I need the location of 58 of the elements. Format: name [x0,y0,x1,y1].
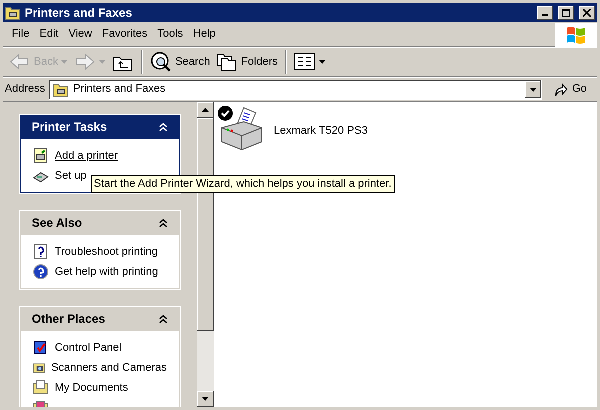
panel-header[interactable]: See Also [20,211,180,235]
task-link[interactable]: Get help with printing [55,264,158,280]
up-caret-icon [202,108,209,112]
task-link[interactable]: Scanners and Cameras [51,360,167,376]
minimize-button[interactable] [537,6,553,20]
maximize-button[interactable] [558,6,574,20]
minimize-icon [542,14,548,16]
go-arrow-icon [554,82,568,96]
question-page-icon [33,244,49,260]
views-icon [294,51,316,73]
collapse-chevron-icon [159,314,168,324]
collapse-chevron-icon [159,122,168,132]
scroll-up-button[interactable] [197,102,214,118]
flag-logo-icon [565,24,587,44]
printer-icon [33,148,49,164]
caret-icon [61,60,68,64]
dropdown-button[interactable] [525,81,542,98]
menu-item[interactable]: Help [188,26,221,43]
tooltip: Start the Add Printer Wizard, which helps you install a printer. [91,175,395,193]
folders-button[interactable]: Folders [214,49,280,75]
printer-folder-icon [5,4,21,20]
menu-item[interactable]: Tools [152,26,188,43]
search-button[interactable]: Search [148,49,212,75]
address-label: Address [5,82,46,98]
caret-icon [530,88,537,92]
task-link[interactable]: Add a printer [55,148,118,164]
caret-icon [202,397,209,401]
panel-header[interactable]: Other Places [20,307,180,331]
scroll-down-button[interactable] [197,391,214,407]
panel-title: See Also [32,215,82,232]
go-button[interactable]: Go [546,80,595,100]
search-icon [150,51,172,73]
control-panel-icon [33,340,49,356]
address-field[interactable]: Printers and Faxes [49,80,542,100]
task-link[interactable]: Troubleshoot printing [55,244,158,260]
maximize-icon [562,8,570,16]
close-button[interactable] [579,6,595,20]
panel-header[interactable]: Printer Tasks [20,115,180,139]
panel-title: Other Places [32,311,106,328]
back-arrow-icon [9,51,31,73]
task-link[interactable]: Control Panel [55,340,122,356]
menu-item[interactable]: Edit [34,26,64,43]
caret-icon [99,60,106,64]
close-icon [583,8,591,16]
documents-folder-icon [33,380,49,396]
task-link[interactable]: Set up [55,168,87,184]
help-icon [33,264,49,280]
printer-folder-icon [53,82,70,98]
collapse-chevron-icon [159,218,168,228]
panel-title: Printer Tasks [32,119,108,136]
forward-arrow-icon [74,51,96,73]
menu-item[interactable]: Favorites [97,26,153,43]
menu-item[interactable]: File [7,26,35,43]
window-title: Printers and Faxes [25,4,134,22]
printer-name[interactable]: Lexmark T520 PS3 [274,122,368,140]
task-link[interactable]: My Documents [55,380,128,396]
caret-icon [319,60,326,64]
menu-item[interactable]: View [64,26,98,43]
